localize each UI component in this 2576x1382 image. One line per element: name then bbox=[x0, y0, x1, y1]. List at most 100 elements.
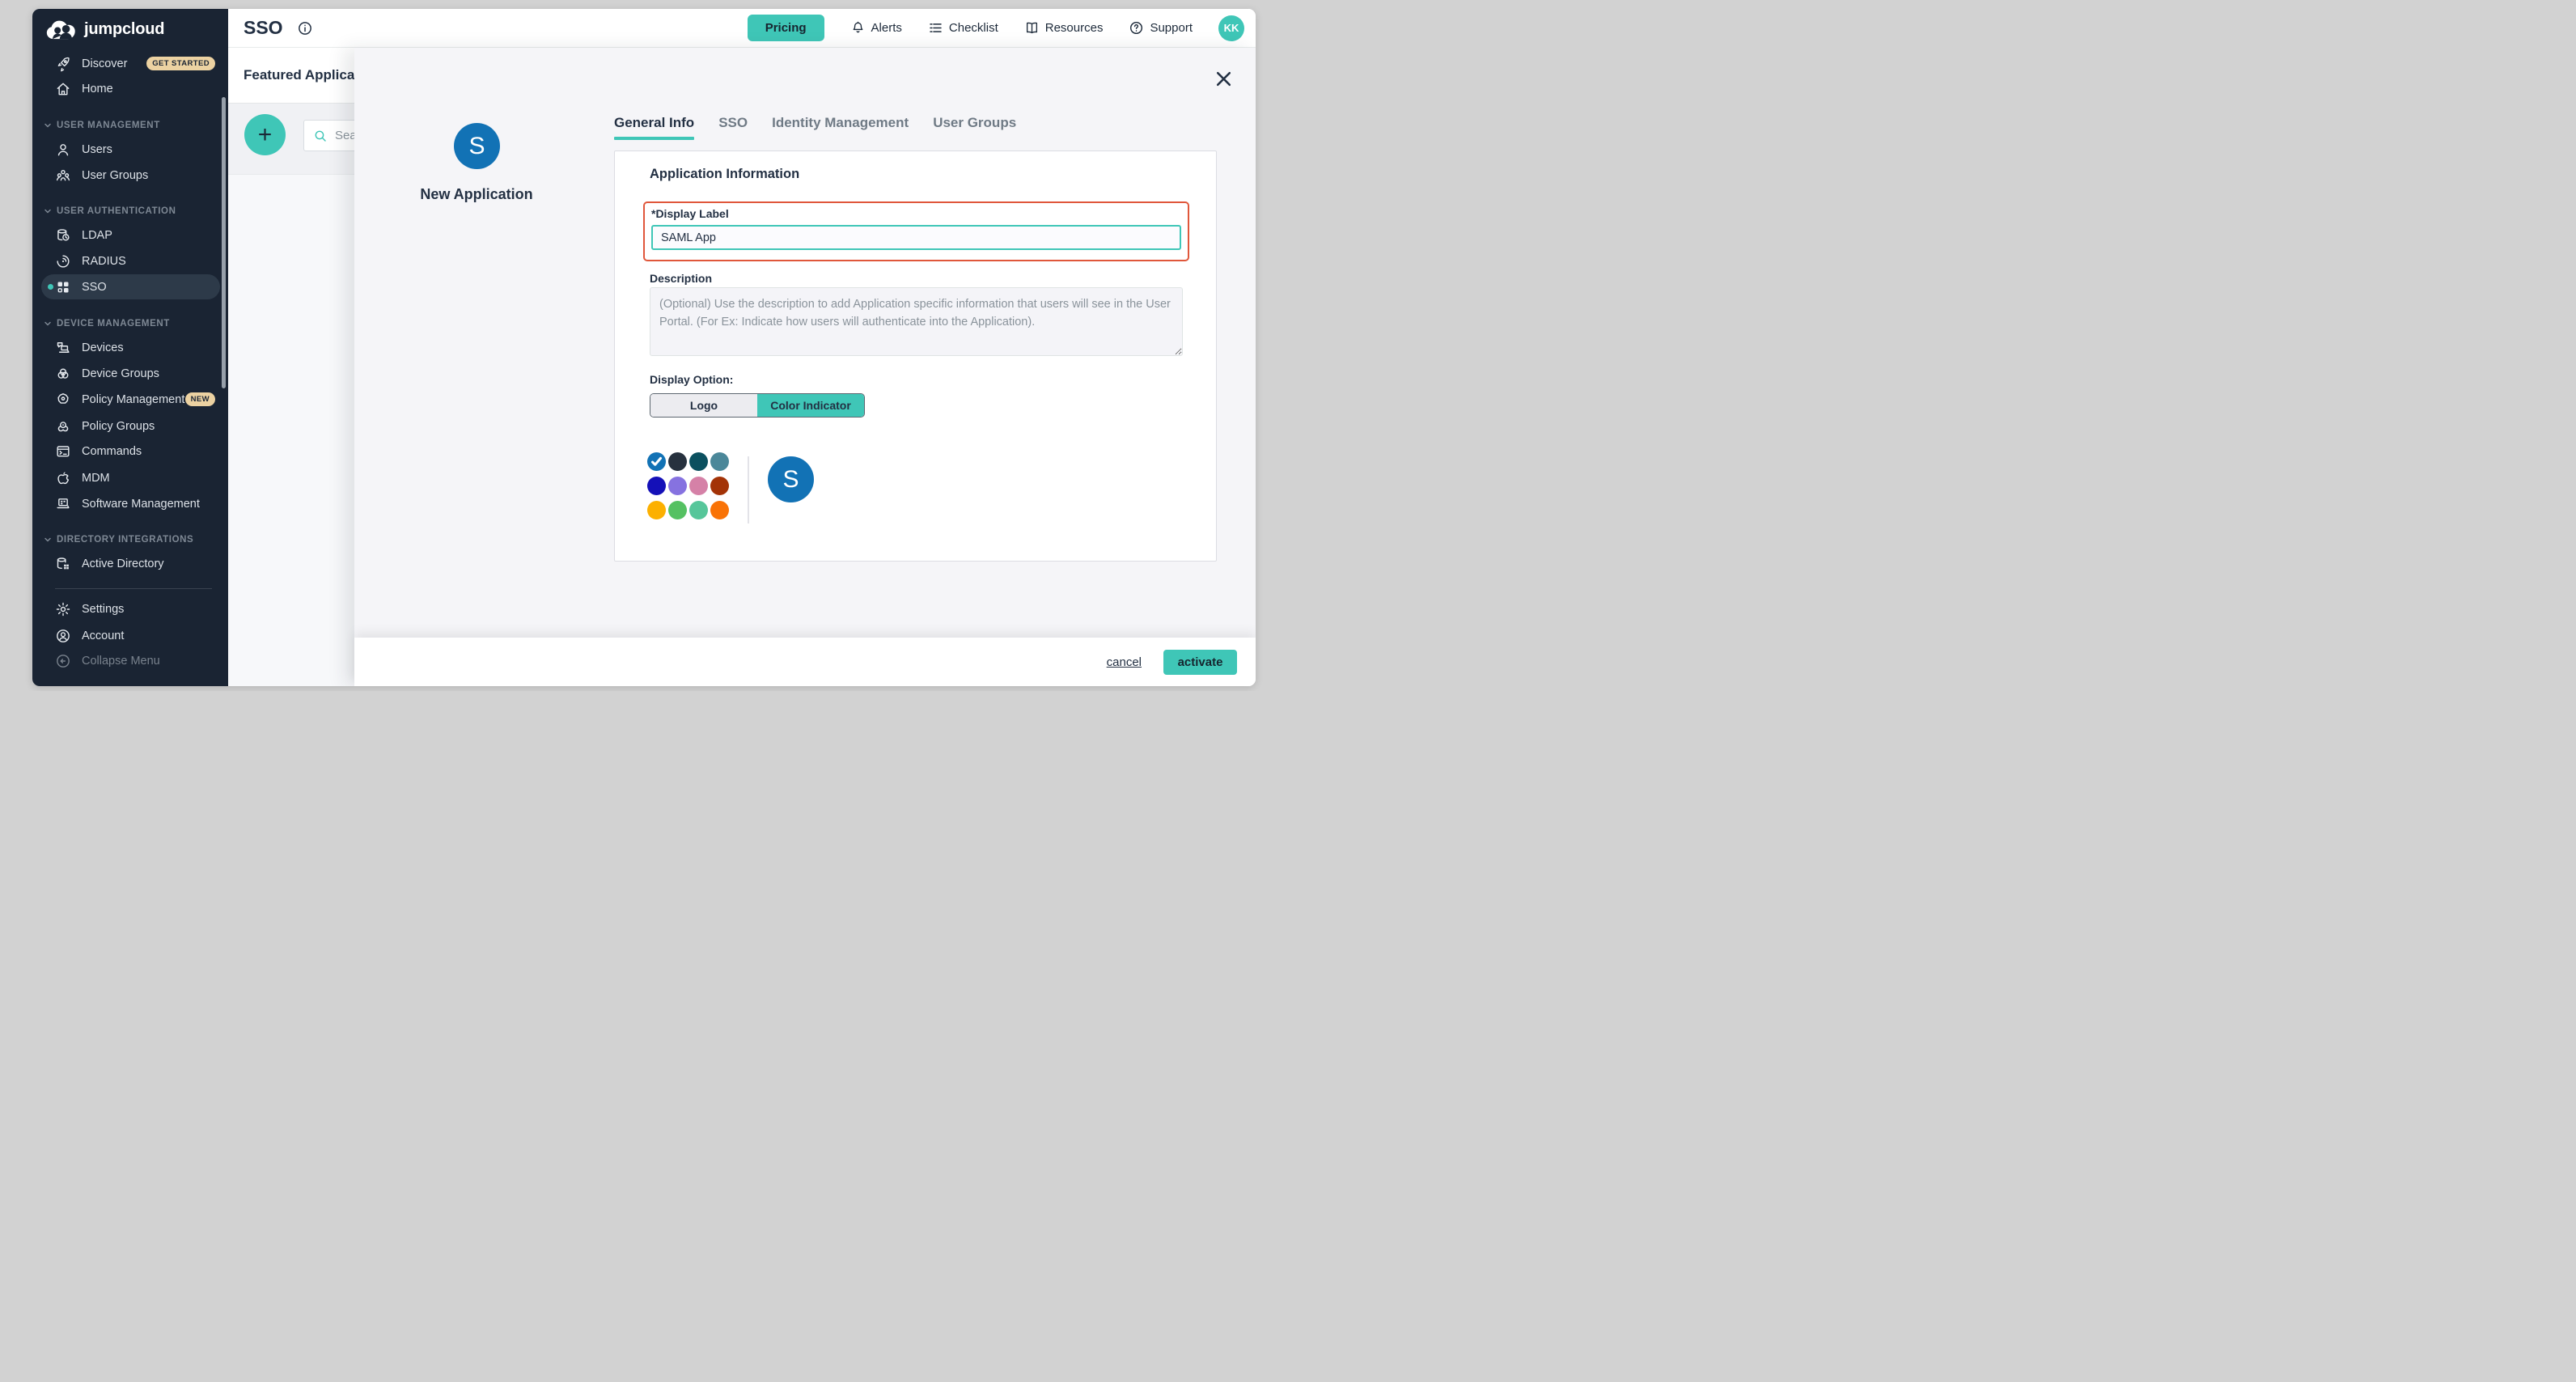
avatar[interactable]: KK bbox=[1218, 15, 1244, 41]
sidebar-item-active-directory[interactable]: Active Directory bbox=[41, 551, 220, 576]
sidebar-item-label: Collapse Menu bbox=[82, 655, 160, 668]
display-label-input[interactable] bbox=[651, 225, 1181, 250]
pricing-button[interactable]: Pricing bbox=[748, 15, 824, 41]
card-heading: Application Information bbox=[650, 167, 799, 182]
application-information-card: Application Information *Display Label D… bbox=[614, 150, 1217, 562]
chevron-down-icon bbox=[43, 121, 53, 130]
color-swatch[interactable] bbox=[710, 477, 729, 495]
color-swatch[interactable] bbox=[668, 477, 687, 495]
resources-button[interactable]: Resources bbox=[1024, 20, 1104, 36]
color-swatch[interactable] bbox=[689, 477, 708, 495]
tab-label: Identity Management bbox=[772, 115, 909, 130]
cloud-users-icon bbox=[46, 19, 78, 40]
tab-general-info[interactable]: General Info bbox=[614, 115, 694, 140]
color-swatch[interactable] bbox=[710, 501, 729, 519]
app-window: jumpcloud Discover GET STARTED Home USER… bbox=[32, 9, 1256, 686]
section-label: DEVICE MANAGEMENT bbox=[57, 319, 170, 329]
section-user-management[interactable]: USER MANAGEMENT bbox=[43, 118, 220, 133]
user-groups-icon bbox=[55, 167, 71, 184]
sidebar-item-label: Home bbox=[82, 83, 113, 95]
sidebar-item-home[interactable]: Home bbox=[41, 76, 220, 101]
sidebar-item-devices[interactable]: Devices bbox=[41, 335, 220, 360]
display-option-label: Display Option: bbox=[650, 373, 733, 386]
sso-grid-icon bbox=[55, 279, 71, 295]
color-swatch[interactable] bbox=[668, 501, 687, 519]
swatch-preview-divider bbox=[748, 456, 749, 524]
sidebar-item-mdm[interactable]: MDM bbox=[41, 465, 220, 490]
sidebar-item-policy-management[interactable]: Policy Management NEW bbox=[41, 387, 220, 412]
support-button[interactable]: Support bbox=[1129, 20, 1193, 36]
sidebar-item-radius[interactable]: RADIUS bbox=[41, 248, 220, 273]
plus-icon: + bbox=[258, 123, 273, 147]
tab-identity-management[interactable]: Identity Management bbox=[772, 115, 909, 140]
sidebar-item-label: User Groups bbox=[82, 169, 148, 182]
book-icon bbox=[1024, 20, 1040, 36]
logo-text: jumpcloud bbox=[84, 20, 164, 39]
activate-button[interactable]: activate bbox=[1163, 650, 1237, 675]
checklist-button[interactable]: Checklist bbox=[928, 20, 998, 36]
description-textarea[interactable] bbox=[650, 287, 1183, 356]
policy-icon bbox=[55, 392, 71, 408]
color-indicator-option-button[interactable]: Color Indicator bbox=[757, 394, 864, 417]
sidebar-item-collapse-menu[interactable]: Collapse Menu bbox=[41, 648, 220, 673]
color-swatch[interactable] bbox=[668, 452, 687, 471]
close-icon[interactable] bbox=[1213, 68, 1235, 90]
section-label: DIRECTORY INTEGRATIONS bbox=[57, 535, 193, 545]
color-swatch[interactable] bbox=[647, 477, 666, 495]
sidebar-item-device-groups[interactable]: Device Groups bbox=[41, 361, 220, 386]
cancel-button[interactable]: cancel bbox=[1107, 655, 1142, 669]
active-tab-underline bbox=[614, 137, 694, 140]
sidebar-scrollbar[interactable] bbox=[222, 97, 226, 388]
color-swatch[interactable] bbox=[647, 501, 666, 519]
sidebar-item-policy-groups[interactable]: Policy Groups bbox=[41, 413, 220, 439]
sidebar-item-users[interactable]: Users bbox=[41, 137, 220, 162]
nav-label: Support bbox=[1150, 21, 1193, 35]
tab-user-groups[interactable]: User Groups bbox=[933, 115, 1016, 140]
sidebar-item-sso[interactable]: SSO bbox=[41, 274, 220, 299]
description-label: Description bbox=[650, 272, 712, 285]
app-name: New Application bbox=[379, 186, 574, 203]
check-icon bbox=[647, 452, 666, 471]
gear-icon bbox=[55, 601, 71, 617]
section-user-authentication[interactable]: USER AUTHENTICATION bbox=[43, 204, 220, 218]
section-directory-integrations[interactable]: DIRECTORY INTEGRATIONS bbox=[43, 532, 220, 547]
alerts-button[interactable]: Alerts bbox=[850, 20, 902, 36]
add-application-button[interactable]: + bbox=[244, 114, 286, 155]
account-icon bbox=[55, 628, 71, 644]
tab-sso[interactable]: SSO bbox=[718, 115, 748, 140]
sidebar-item-label: Device Groups bbox=[82, 367, 159, 380]
sidebar-item-label: Users bbox=[82, 143, 112, 156]
ldap-icon bbox=[55, 227, 71, 244]
info-icon[interactable] bbox=[297, 20, 313, 36]
tab-label: SSO bbox=[718, 115, 748, 130]
devices-icon bbox=[55, 340, 71, 356]
logo-option-button[interactable]: Logo bbox=[650, 394, 757, 417]
sidebar-item-label: RADIUS bbox=[82, 255, 126, 268]
sidebar-item-ldap[interactable]: LDAP bbox=[41, 223, 220, 248]
sidebar-item-software-management[interactable]: Software Management bbox=[41, 491, 220, 516]
nav-label: Alerts bbox=[871, 21, 902, 35]
section-label: USER AUTHENTICATION bbox=[57, 206, 176, 216]
question-icon bbox=[1129, 20, 1144, 36]
sidebar-item-commands[interactable]: Commands bbox=[41, 439, 220, 464]
search-icon bbox=[313, 129, 328, 143]
sidebar: jumpcloud Discover GET STARTED Home USER… bbox=[32, 9, 228, 686]
color-swatch[interactable] bbox=[689, 452, 708, 471]
color-swatch-selected[interactable] bbox=[647, 452, 666, 471]
apple-icon bbox=[55, 470, 71, 486]
color-swatch[interactable] bbox=[689, 501, 708, 519]
sidebar-item-discover[interactable]: Discover GET STARTED bbox=[41, 51, 220, 76]
sidebar-item-label: Commands bbox=[82, 445, 142, 458]
jumpcloud-logo: jumpcloud bbox=[46, 19, 164, 40]
display-option-toggle: Logo Color Indicator bbox=[650, 393, 865, 418]
sidebar-item-label: Devices bbox=[82, 341, 124, 354]
sidebar-item-settings[interactable]: Settings bbox=[41, 596, 220, 621]
color-swatch[interactable] bbox=[710, 452, 729, 471]
sidebar-item-label: MDM bbox=[82, 472, 110, 485]
software-icon bbox=[55, 496, 71, 512]
sidebar-item-user-groups[interactable]: User Groups bbox=[41, 163, 220, 188]
section-device-management[interactable]: DEVICE MANAGEMENT bbox=[43, 316, 220, 331]
sidebar-item-label: Discover bbox=[82, 57, 127, 70]
header-actions: Pricing Alerts Checklist Resources bbox=[748, 15, 1244, 41]
sidebar-item-account[interactable]: Account bbox=[41, 623, 220, 648]
